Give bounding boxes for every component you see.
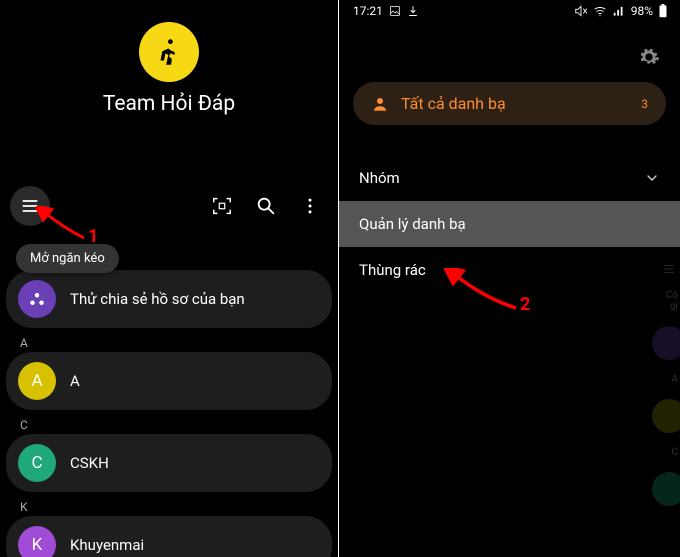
action-bar [0,186,338,226]
menu-button[interactable] [10,186,50,226]
all-contacts-label: Tất cả danh bạ [401,94,506,113]
all-contacts-count: 3 [641,97,648,111]
drawer-nav: Nhóm Quản lý danh bạ Thùng rác [339,155,680,293]
contact-row[interactable]: C CSKH [6,434,332,492]
nav-label: Nhóm [359,169,400,187]
contact-row[interactable]: K Khuyenmai [6,516,332,557]
drawer-screen: 17:21 98% Tất cả danh bạ 3 Nhóm Quản lý … [339,0,680,557]
action-icons [210,194,328,218]
all-contacts-chip[interactable]: Tất cả danh bạ 3 [353,82,666,125]
search-button[interactable] [254,194,278,218]
runner-icon [152,35,186,69]
menu-tooltip: Mở ngăn kéo [16,244,119,273]
header: Team Hỏi Đáp [0,0,338,116]
gear-icon [638,46,660,68]
share-profile-row[interactable]: Thử chia sẻ hồ sơ của bạn [6,270,332,328]
share-icon [18,280,56,318]
search-icon [255,195,277,217]
qr-scan-button[interactable] [210,194,234,218]
nav-manage-contacts[interactable]: Quản lý danh bạ [339,201,680,247]
section-header: A [0,334,338,352]
section-header: C [0,416,338,434]
page-title: Team Hỏi Đáp [103,92,235,116]
download-icon [407,5,419,17]
contact-name: CSKH [70,454,109,472]
wifi-icon [593,4,607,18]
battery-text: 98% [631,4,653,18]
nav-trash[interactable]: Thùng rác [339,247,680,293]
settings-button[interactable] [638,46,660,68]
contact-name: A [70,372,80,390]
contact-name: Khuyenmai [70,536,144,554]
signal-icon [612,4,626,18]
nav-label: Quản lý danh bạ [359,215,466,233]
mute-icon [574,4,588,18]
status-time: 17:21 [353,4,383,18]
drawer-toolbar [339,20,680,82]
section-header: K [0,498,338,516]
image-icon [389,5,401,17]
nav-group[interactable]: Nhóm [339,155,680,201]
avatar: K [18,526,56,557]
avatar: A [18,362,56,400]
background-ghost: Có gì A C [658,262,680,506]
hamburger-icon [660,262,678,276]
contact-list: Thử chia sẻ hồ sơ của bạn A A A C C CSKH… [0,270,338,557]
battery-icon [658,4,668,18]
share-profile-label: Thử chia sẻ hồ sơ của bạn [70,290,245,308]
hamburger-icon [20,196,40,216]
more-vert-icon [300,196,320,216]
nav-label: Thùng rác [359,261,426,279]
chevron-down-icon [644,170,660,186]
contacts-main-screen: Team Hỏi Đáp Mở ngăn kéo 1 Thử chia s [0,0,339,557]
person-icon [371,95,389,113]
qr-icon [211,195,233,217]
team-avatar [139,22,199,82]
contact-row[interactable]: A A [6,352,332,410]
more-button[interactable] [298,194,322,218]
status-bar: 17:21 98% [339,0,680,20]
avatar: C [18,444,56,482]
